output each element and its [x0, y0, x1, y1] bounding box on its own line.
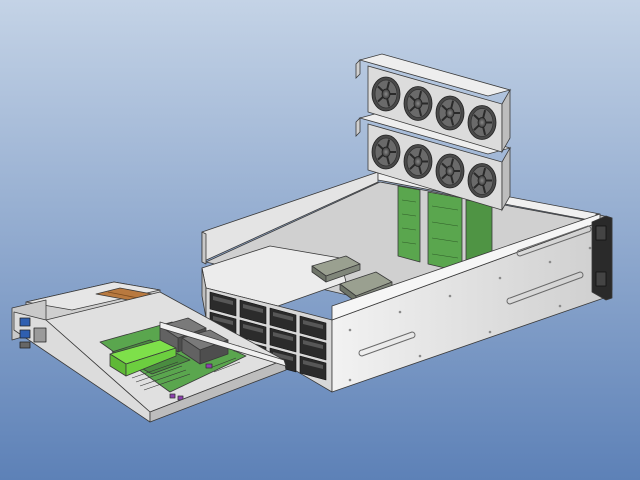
fan-icon	[435, 95, 465, 131]
rivet	[348, 328, 352, 332]
rivet	[448, 294, 452, 298]
fan-icon	[403, 86, 433, 121]
backplane-board-1	[397, 185, 421, 263]
io-port-usb	[19, 317, 31, 327]
rivet	[348, 378, 352, 382]
fan-icon	[403, 144, 433, 179]
backplane-board-2	[427, 191, 463, 273]
rivet	[498, 276, 502, 280]
rivet	[488, 330, 492, 334]
rivet	[558, 304, 562, 308]
fan-icon	[371, 134, 401, 170]
rivet	[588, 246, 592, 250]
server-exploded-view	[0, 0, 640, 480]
rivet	[548, 260, 552, 264]
cad-render-canvas	[0, 0, 640, 480]
fan-icon	[467, 163, 497, 198]
rivet	[398, 310, 402, 314]
fan-icon	[467, 105, 497, 140]
fan-icon	[371, 76, 401, 112]
rivet	[418, 354, 422, 358]
connector-purple	[205, 363, 213, 369]
fan-icon	[435, 153, 465, 189]
